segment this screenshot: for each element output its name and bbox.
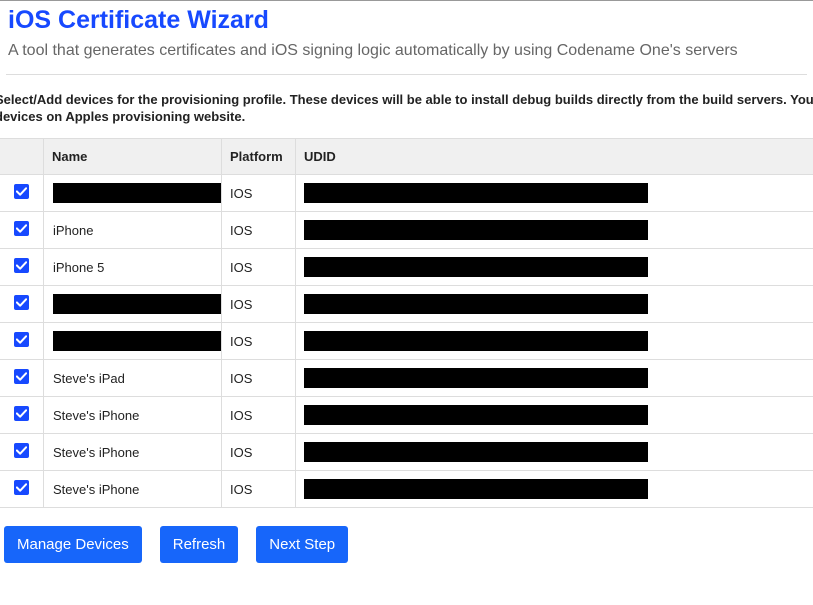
redacted-udid [304,368,648,388]
manage-devices-button[interactable]: Manage Devices [4,526,142,563]
table-row: IOS [0,175,813,212]
redacted-udid [304,257,648,277]
device-platform-cell: IOS [222,397,296,434]
device-checkbox-cell [0,360,44,397]
column-header-checkbox [0,139,44,175]
device-platform-cell: IOS [222,471,296,508]
device-name-cell: iPhone [44,212,222,249]
table-row: iPhoneIOS [0,212,813,249]
redacted-name [53,183,221,203]
device-udid-cell [296,286,813,323]
page-subtitle: A tool that generates certificates and i… [8,42,805,60]
next-step-button[interactable]: Next Step [256,526,348,563]
device-udid-cell [296,212,813,249]
device-checkbox-cell [0,286,44,323]
redacted-udid [304,442,648,462]
device-checkbox[interactable] [14,443,29,458]
device-platform-cell: IOS [222,360,296,397]
device-checkbox[interactable] [14,332,29,347]
device-udid-cell [296,249,813,286]
redacted-udid [304,220,648,240]
device-checkbox[interactable] [14,369,29,384]
device-platform-cell: IOS [222,175,296,212]
device-udid-cell [296,434,813,471]
device-checkbox-cell [0,249,44,286]
table-row: Steve's iPhoneIOS [0,397,813,434]
redacted-udid [304,183,648,203]
device-name-cell [44,323,222,360]
device-name-cell: iPhone 5 [44,249,222,286]
instructions-text-line1: Select/Add devices for the provisioning … [0,75,813,109]
redacted-udid [304,294,648,314]
button-row: Manage Devices Refresh Next Step [0,508,813,563]
wizard-header: iOS Certificate Wizard A tool that gener… [0,1,813,74]
device-checkbox-cell [0,397,44,434]
table-row: Steve's iPadIOS [0,360,813,397]
device-platform-cell: IOS [222,323,296,360]
device-name-cell [44,286,222,323]
devices-table: Name Platform UDID IOSiPhoneIOSiPhone 5I… [0,138,813,508]
device-udid-cell [296,175,813,212]
device-udid-cell [296,471,813,508]
table-row: Steve's iPhoneIOS [0,434,813,471]
device-name-cell: Steve's iPad [44,360,222,397]
redacted-udid [304,331,648,351]
device-checkbox-cell [0,471,44,508]
redacted-udid [304,479,648,499]
device-platform-cell: IOS [222,249,296,286]
device-checkbox-cell [0,434,44,471]
device-name-cell: Steve's iPhone [44,397,222,434]
device-checkbox[interactable] [14,406,29,421]
device-checkbox[interactable] [14,480,29,495]
device-checkbox-cell [0,323,44,360]
device-checkbox[interactable] [14,221,29,236]
table-row: iPhone 5IOS [0,249,813,286]
device-name-cell: Steve's iPhone [44,434,222,471]
device-name-cell [44,175,222,212]
device-platform-cell: IOS [222,434,296,471]
table-row: IOS [0,286,813,323]
device-checkbox[interactable] [14,295,29,310]
page-title: iOS Certificate Wizard [8,6,805,35]
redacted-name [53,331,221,351]
device-name-cell: Steve's iPhone [44,471,222,508]
device-udid-cell [296,397,813,434]
column-header-name: Name [44,139,222,175]
device-checkbox[interactable] [14,258,29,273]
instructions-text-line2: devices on Apples provisioning website. [0,109,813,138]
table-row: Steve's iPhoneIOS [0,471,813,508]
device-checkbox-cell [0,175,44,212]
device-platform-cell: IOS [222,286,296,323]
redacted-udid [304,405,648,425]
table-header-row: Name Platform UDID [0,139,813,175]
device-udid-cell [296,323,813,360]
table-row: IOS [0,323,813,360]
refresh-button[interactable]: Refresh [160,526,239,563]
device-udid-cell [296,360,813,397]
device-platform-cell: IOS [222,212,296,249]
device-checkbox-cell [0,212,44,249]
device-checkbox[interactable] [14,184,29,199]
redacted-name [53,294,221,314]
column-header-platform: Platform [222,139,296,175]
column-header-udid: UDID [296,139,813,175]
